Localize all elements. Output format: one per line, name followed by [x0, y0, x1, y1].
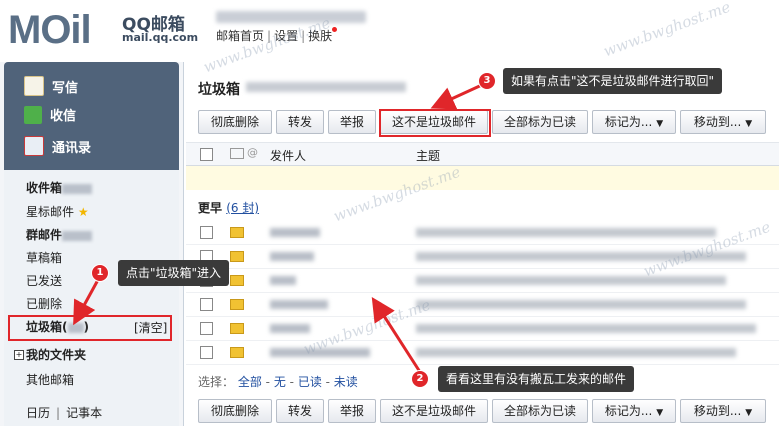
callout-3: 如果有点击"这不是垃圾邮件进行取回": [503, 68, 723, 94]
arrow-to-trash: [73, 277, 101, 326]
callout-badge-2: 2: [411, 370, 429, 388]
callout-badge-1: 1: [91, 264, 109, 282]
callout-2: 看看这里有没有搬瓦工发来的邮件: [438, 366, 635, 392]
arrow-to-not-spam: [430, 82, 485, 110]
callout-arrows: [73, 82, 485, 373]
callout-1: 点击"垃圾箱"进入: [118, 260, 230, 286]
callout-badge-3: 3: [478, 72, 496, 90]
arrow-to-list: [371, 296, 422, 373]
